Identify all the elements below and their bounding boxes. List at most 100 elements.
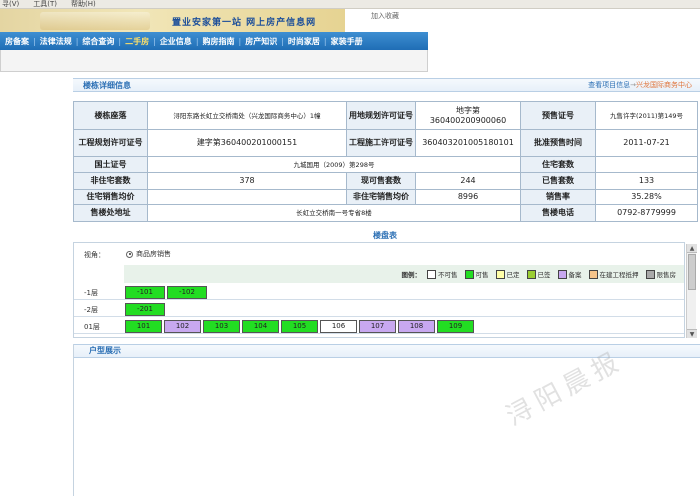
legend-label: 不可售 xyxy=(438,271,458,279)
legend-swatch xyxy=(645,269,655,279)
legend-item: 备案 xyxy=(557,269,582,279)
table-row: 国土证号 九城国用（2009）第298号 住宅套数 xyxy=(73,156,698,173)
scroll-up-icon[interactable]: ▲ xyxy=(687,244,697,253)
scroll-thumb[interactable] xyxy=(688,254,696,290)
floor-units: 101 102 103 104 105 106 107 108 109 xyxy=(125,320,474,333)
legend-label: 已定 xyxy=(506,271,520,279)
add-favorite-link[interactable]: 加入收藏 xyxy=(371,11,399,21)
label-sales-office: 售楼处地址 xyxy=(73,204,148,222)
value-available-units: 244 xyxy=(415,172,521,190)
legend-swatch xyxy=(557,269,567,279)
legend-label: 限售房 xyxy=(656,271,677,279)
value-sales-office: 长虹立交桥南一号专省8楼 xyxy=(147,204,521,222)
panel-header: 楼栋详细信息 查看项目信息→兴龙国际商务中心 xyxy=(73,78,700,92)
nav-item-filing[interactable]: 房备案 xyxy=(1,36,33,47)
legend-label: 已签 xyxy=(537,271,551,279)
unit-cell[interactable]: 109 xyxy=(437,320,474,333)
legend-item: 不可售 xyxy=(427,269,458,279)
nav-item-home[interactable]: 时尚家居 xyxy=(284,36,324,47)
label-sold-units: 已售套数 xyxy=(520,172,596,190)
main-nav: 房备案 | 法律法规 | 综合查询 | 二手房 | 企业信息 | 购房指南 | 房产知识 | … xyxy=(0,32,428,50)
table-row: 住宅销售均价 非住宅销售均价 8996 销售率 35.28% xyxy=(73,189,698,205)
scroll-down-icon[interactable]: ▼ xyxy=(687,329,697,338)
value-presale-permit: 九售许字(2011)第149号 xyxy=(595,101,698,130)
label-nonresidential-units: 非住宅套数 xyxy=(73,172,148,190)
nav-item-guide[interactable]: 购房指南 xyxy=(199,36,239,47)
value-construction-permit: 360403201005180101 xyxy=(415,129,521,157)
unit-layout-title: 户型展示 xyxy=(89,346,121,355)
unit-cell[interactable]: 105 xyxy=(281,320,318,333)
table-row: 非住宅套数 378 现可售套数 244 已售套数 133 xyxy=(73,172,698,190)
label-residential-price: 住宅销售均价 xyxy=(73,189,148,205)
unit-cell[interactable]: 102 xyxy=(164,320,201,333)
legend-swatch xyxy=(427,269,436,279)
view-selector: 视角： 商品房销售 xyxy=(74,247,684,261)
view-project-link[interactable]: 查看项目信息 xyxy=(588,81,630,89)
sub-nav-bar xyxy=(0,50,428,72)
unit-cell[interactable]: -201 xyxy=(125,303,165,316)
unit-cell[interactable]: 108 xyxy=(398,320,435,333)
banner-decoration xyxy=(40,12,150,30)
label-land-permit: 用地规划许可证号 xyxy=(346,101,416,130)
legend-item: 可售 xyxy=(464,269,489,279)
label-sales-phone: 售楼电话 xyxy=(520,204,596,222)
menu-help[interactable]: 帮助(H) xyxy=(71,0,96,8)
floor-label: -1层 xyxy=(84,289,98,297)
unit-cell[interactable]: 101 xyxy=(125,320,162,333)
unit-cell[interactable]: -101 xyxy=(125,286,165,299)
label-presale-permit: 预售证号 xyxy=(520,101,596,130)
value-planning-permit: 建字第360400201000151 xyxy=(147,129,347,157)
value-residential-units xyxy=(595,156,698,173)
label-sales-rate: 销售率 xyxy=(520,189,596,205)
legend-swatch xyxy=(588,269,598,279)
unit-cell[interactable]: 106 xyxy=(320,320,357,333)
legend: 图例： 不可售 可售 已定 已签 备案 在建工程抵押 限售房 xyxy=(124,265,684,283)
site-banner: 置业安家第一站 网上房产信息网 xyxy=(0,9,345,32)
floor-row: 02层 xyxy=(74,336,684,337)
legend-label: 在建工程抵押 xyxy=(599,271,639,279)
value-land-cert: 九城国用（2009）第298号 xyxy=(147,156,521,173)
building-detail-panel: 楼栋详细信息 查看项目信息→兴龙国际商务中心 楼栋座落 浔阳东路长虹立交桥南处（… xyxy=(73,78,700,230)
nav-item-laws[interactable]: 法律法规 xyxy=(36,36,76,47)
value-nonresidential-units: 378 xyxy=(147,172,347,190)
legend-item: 已定 xyxy=(495,269,520,279)
banner-right: 加入收藏 xyxy=(345,9,700,32)
label-planning-permit: 工程规划许可证号 xyxy=(73,129,148,157)
value-sold-units: 133 xyxy=(595,172,698,190)
unit-cell[interactable]: -102 xyxy=(167,286,207,299)
legend-label: 备案 xyxy=(568,271,582,279)
floor-label: -2层 xyxy=(84,306,98,314)
floor-plan-scrollbar[interactable]: ▲ ▼ xyxy=(686,244,697,338)
value-residential-price xyxy=(147,189,347,205)
browser-menubar: 寻(V) 工具(T) 帮助(H) xyxy=(0,0,700,9)
nav-item-companies[interactable]: 企业信息 xyxy=(156,36,196,47)
unit-cell[interactable]: 104 xyxy=(242,320,279,333)
floor-units: -201 xyxy=(125,303,165,316)
floor-row: 01层 101 102 103 104 105 106 107 108 109 xyxy=(74,319,684,334)
menu-view[interactable]: 寻(V) xyxy=(2,0,19,8)
nav-item-second-hand[interactable]: 二手房 xyxy=(121,36,153,47)
label-location: 楼栋座落 xyxy=(73,101,148,130)
legend-item: 已签 xyxy=(526,269,551,279)
floor-row: -2层 -201 xyxy=(74,302,684,317)
building-info-table: 楼栋座落 浔阳东路长虹立交桥南处（兴龙国际商务中心）1幢 用地规划许可证号 地字… xyxy=(73,101,698,222)
value-sales-phone: 0792-8779999 xyxy=(595,204,698,222)
label-construction-permit: 工程施工许可证号 xyxy=(346,129,416,157)
legend-title: 图例： xyxy=(401,271,422,279)
view-radio[interactable] xyxy=(126,250,133,258)
nav-item-decor[interactable]: 家装手册 xyxy=(327,36,367,47)
value-location: 浔阳东路长虹立交桥南处（兴龙国际商务中心）1幢 xyxy=(147,101,347,130)
banner-slogan: 置业安家第一站 网上房产信息网 xyxy=(172,18,317,28)
unit-cell[interactable]: 103 xyxy=(203,320,240,333)
nav-item-knowledge[interactable]: 房产知识 xyxy=(241,36,281,47)
legend-swatch xyxy=(495,269,505,279)
label-presale-date: 批准预售时间 xyxy=(520,129,596,157)
unit-cell[interactable]: 107 xyxy=(359,320,396,333)
value-presale-date: 2011-07-21 xyxy=(595,129,698,157)
menu-tools[interactable]: 工具(T) xyxy=(33,0,57,8)
legend-label: 可售 xyxy=(475,271,489,279)
view-option[interactable]: 商品房销售 xyxy=(126,249,171,259)
label-nonresidential-price: 非住宅销售均价 xyxy=(346,189,416,205)
nav-item-query[interactable]: 综合查询 xyxy=(78,36,118,47)
project-name-link[interactable]: 兴龙国际商务中心 xyxy=(636,81,692,89)
